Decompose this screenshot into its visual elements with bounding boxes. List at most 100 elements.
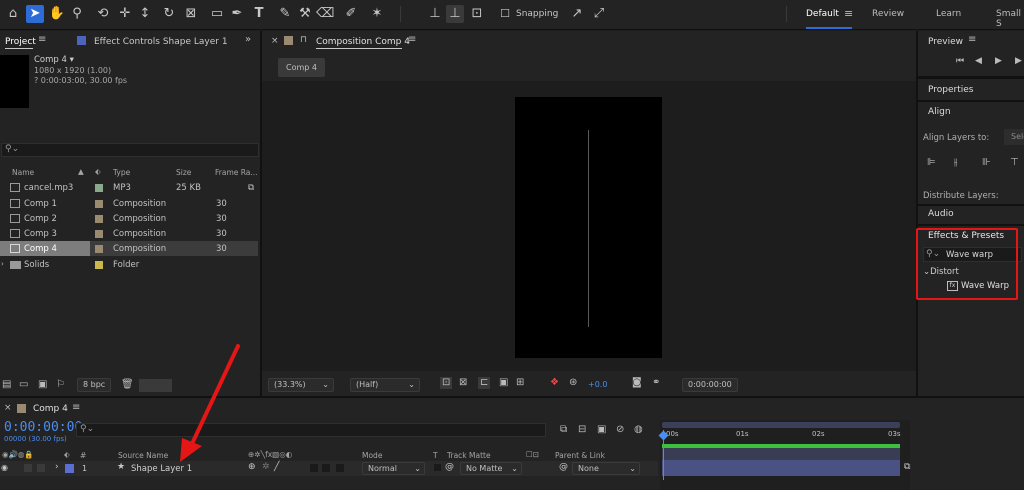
comp-flowchart-icon[interactable]: ⧉ bbox=[560, 424, 567, 436]
shy-layers-icon[interactable]: ▣ bbox=[597, 424, 606, 436]
align-horizontal-center-icon[interactable]: ⫲ bbox=[954, 157, 957, 169]
label-swatch[interactable] bbox=[95, 245, 103, 253]
switch-box[interactable] bbox=[322, 464, 330, 472]
sort-ascending-icon[interactable]: ▲ bbox=[78, 167, 84, 176]
bpc-button[interactable]: 8 bpc bbox=[77, 378, 112, 392]
label-swatch[interactable] bbox=[95, 184, 103, 192]
draft-3d-icon[interactable]: ⊟ bbox=[578, 424, 586, 436]
color-swatch-field[interactable] bbox=[139, 379, 172, 392]
panel-menu-icon[interactable]: ≡ bbox=[408, 34, 416, 46]
play-icon[interactable]: ▶ bbox=[995, 55, 1002, 67]
eye-visibility-icon[interactable]: ◉ bbox=[1, 463, 8, 472]
tab-timeline-comp[interactable]: Comp 4 bbox=[33, 404, 68, 414]
first-frame-icon[interactable]: ⏮ bbox=[956, 55, 964, 67]
flowchart-icon[interactable]: ⧉ bbox=[248, 183, 254, 193]
switch-box[interactable] bbox=[310, 464, 318, 472]
exposure-value[interactable]: +0.0 bbox=[588, 380, 607, 389]
new-folder-icon[interactable]: ▭ bbox=[19, 379, 28, 391]
align-target-dropdown[interactable]: Selectio bbox=[1004, 129, 1024, 145]
axis-view-icon[interactable]: ⊡ bbox=[468, 5, 486, 23]
lock-icon[interactable]: ⊓ bbox=[300, 34, 307, 46]
project-item-row[interactable]: › Solids Folder bbox=[0, 257, 258, 272]
audio-panel-title[interactable]: Audio bbox=[928, 209, 954, 219]
interpret-footage-icon[interactable]: ▤ bbox=[2, 379, 11, 391]
preserve-transparency-toggle[interactable] bbox=[434, 464, 441, 471]
snap-options-icon[interactable]: ⤢ bbox=[590, 5, 608, 23]
label-swatch[interactable] bbox=[95, 200, 103, 208]
type-tool-icon[interactable]: T bbox=[250, 5, 268, 23]
snapping-checkbox[interactable]: ☐ bbox=[496, 5, 514, 23]
panel-menu-icon[interactable]: ≡ bbox=[968, 34, 976, 46]
fast-previews-icon[interactable]: ⊡ bbox=[440, 377, 453, 389]
column-header-name[interactable]: Name bbox=[12, 168, 34, 177]
close-icon[interactable]: × bbox=[271, 35, 279, 47]
grid-guides-icon[interactable]: ⊞ bbox=[516, 377, 524, 389]
parent-dropdown[interactable]: None ⌄ bbox=[572, 462, 640, 475]
trash-icon[interactable]: 🗑 bbox=[121, 379, 134, 391]
current-time-display[interactable]: 0:00:00:00 bbox=[4, 420, 82, 435]
new-composition-icon[interactable]: ▣ bbox=[38, 379, 47, 391]
project-item-row-selected[interactable]: Comp 4 Composition 30 bbox=[0, 241, 258, 256]
tab-project[interactable]: Project bbox=[5, 37, 36, 47]
label-swatch[interactable] bbox=[95, 230, 103, 238]
snapshot-icon[interactable]: ◙ bbox=[632, 377, 642, 389]
label-column-icon[interactable]: ⬖ bbox=[64, 450, 70, 459]
expand-arrow-icon[interactable]: › bbox=[55, 462, 59, 472]
project-item-row[interactable]: Comp 2 Composition 30 bbox=[0, 211, 258, 226]
rotation-tool-icon[interactable]: ↻ bbox=[160, 5, 178, 23]
magnification-dropdown[interactable]: (33.3%) ⌄ bbox=[268, 378, 334, 392]
workspace-tab-small-screen[interactable]: Small S bbox=[996, 9, 1024, 29]
work-area-range[interactable] bbox=[662, 448, 900, 460]
orbit-camera-icon[interactable]: ⟲ bbox=[94, 5, 112, 23]
roto-brush-tool-icon[interactable]: ✐ bbox=[342, 5, 360, 23]
audio-toggle[interactable] bbox=[24, 464, 32, 472]
previous-frame-icon[interactable]: ◀ bbox=[975, 55, 982, 67]
close-icon[interactable]: × bbox=[4, 402, 12, 414]
brush-tool-icon[interactable]: ✎ bbox=[276, 5, 294, 23]
preview-panel-title[interactable]: Preview bbox=[928, 37, 963, 47]
label-swatch[interactable] bbox=[95, 215, 103, 223]
workspace-tab-review[interactable]: Review bbox=[872, 9, 904, 19]
workspace-menu-icon[interactable]: ≡ bbox=[844, 7, 853, 20]
show-snapshot-icon[interactable]: ⚭ bbox=[652, 377, 660, 389]
column-header-frame-rate[interactable]: Frame Ra... bbox=[215, 168, 258, 177]
frame-blending-icon[interactable]: ⊘ bbox=[616, 424, 624, 436]
source-name-header[interactable]: Source Name bbox=[118, 451, 168, 460]
column-header-type[interactable]: Type bbox=[113, 168, 130, 177]
label-tag-icon[interactable]: ⬖ bbox=[95, 167, 101, 176]
align-top-icon[interactable]: ⊤ bbox=[1010, 157, 1019, 169]
axis-world-icon[interactable]: ⊥ bbox=[446, 5, 464, 23]
shape-layer-line[interactable] bbox=[588, 130, 589, 327]
properties-panel-title[interactable]: Properties bbox=[928, 85, 973, 95]
resolution-dropdown[interactable]: (Half) ⌄ bbox=[350, 378, 420, 392]
puppet-tool-icon[interactable]: ✶ bbox=[368, 5, 386, 23]
quality-line-icon[interactable]: ╱ bbox=[274, 462, 279, 472]
layer-row[interactable]: ◉ › 1 ★ Shape Layer 1 ⊕ ✲ ╱ Normal ⌄ @ No… bbox=[0, 461, 658, 476]
column-header-size[interactable]: Size bbox=[176, 168, 191, 177]
region-of-interest-icon[interactable]: ▣ bbox=[499, 377, 508, 389]
end-marker-icon[interactable]: ⧉ bbox=[904, 462, 910, 472]
align-right-icon[interactable]: ⊪ bbox=[982, 157, 991, 169]
home-icon[interactable]: ⌂ bbox=[4, 5, 22, 23]
zoom-tool-icon[interactable]: ⚲ bbox=[68, 5, 86, 23]
viewer-area[interactable] bbox=[262, 81, 916, 371]
motion-blur-icon[interactable]: ◍ bbox=[634, 424, 643, 436]
panel-menu-icon[interactable]: ≡ bbox=[38, 34, 46, 46]
timecode-field[interactable]: 0:00:00:00 bbox=[682, 378, 738, 392]
solo-toggle[interactable] bbox=[37, 464, 45, 472]
project-item-row[interactable]: Comp 1 Composition 30 bbox=[0, 196, 258, 211]
next-frame-icon[interactable]: ▶ bbox=[1015, 55, 1022, 67]
axis-local-icon[interactable]: ⊥ bbox=[426, 5, 444, 23]
rectangle-tool-icon[interactable]: ▭ bbox=[208, 5, 226, 23]
workspace-tab-learn[interactable]: Learn bbox=[936, 9, 961, 19]
pan-behind-tool-icon[interactable]: ⊠ bbox=[182, 5, 200, 23]
switch-box[interactable] bbox=[336, 464, 344, 472]
selection-tool-icon[interactable]: ➤ bbox=[26, 5, 44, 23]
eraser-tool-icon[interactable]: ⌫ bbox=[316, 5, 334, 23]
time-graph[interactable]: 00s 01s 02s 03s bbox=[658, 420, 910, 490]
align-panel-title[interactable]: Align bbox=[928, 107, 951, 117]
align-left-icon[interactable]: ⊫ bbox=[927, 157, 936, 169]
layer-label-swatch[interactable] bbox=[65, 464, 74, 473]
pen-tool-icon[interactable]: ✒ bbox=[228, 5, 246, 23]
transparency-grid-icon[interactable]: ⊠ bbox=[459, 377, 467, 389]
